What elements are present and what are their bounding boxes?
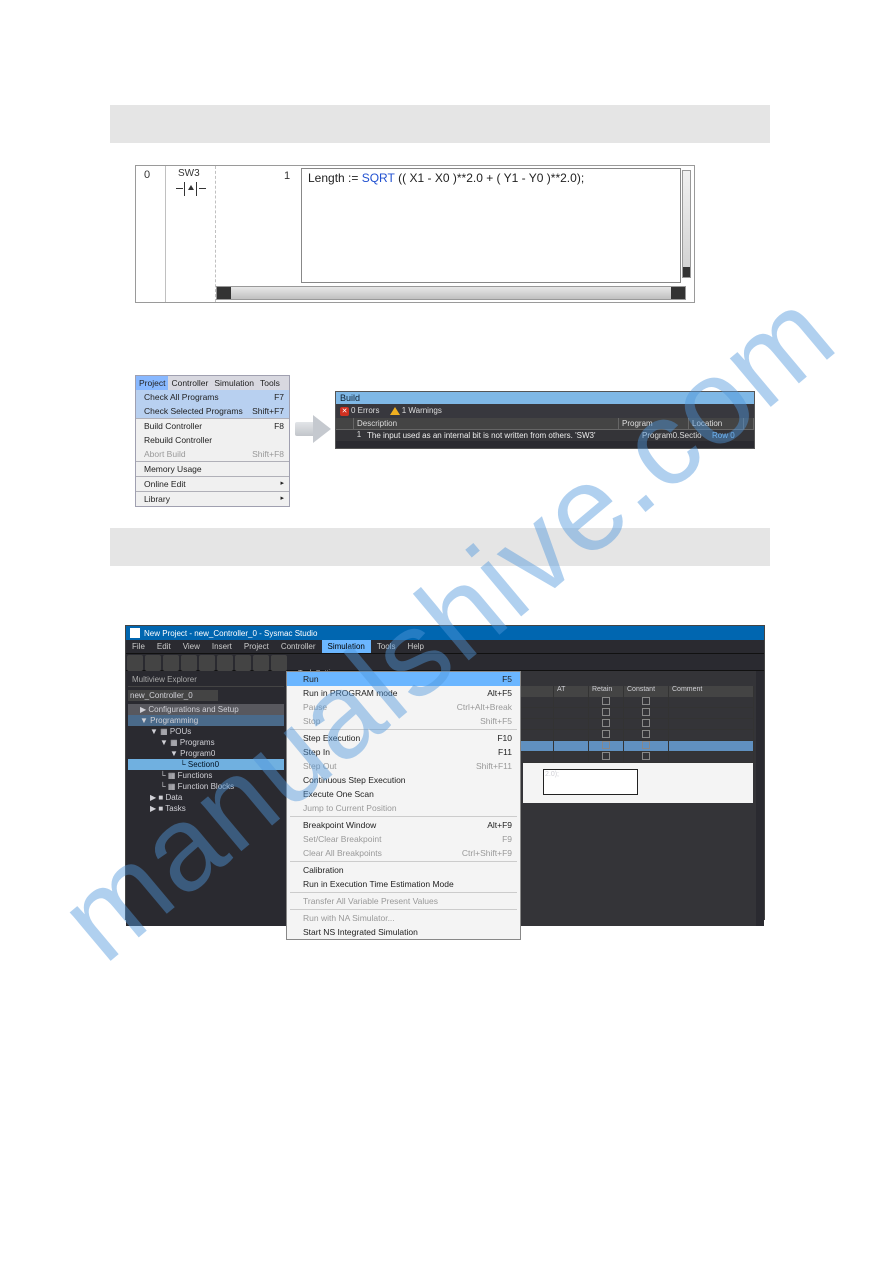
multiview-explorer[interactable]: Multiview Explorer new_Controller_0 ▶ Co…	[126, 671, 286, 926]
menu-breakpoint-window[interactable]: Breakpoint WindowAlt+F9	[287, 818, 520, 832]
ladder-preview: 2.0);	[523, 763, 753, 803]
toolbar-button[interactable]	[163, 655, 179, 671]
horizontal-scrollbar[interactable]	[216, 286, 686, 300]
menu-jump-position: Jump to Current Position	[287, 801, 520, 815]
tree-pous[interactable]: ▼ ▦ POUs	[128, 726, 284, 737]
vertical-scrollbar[interactable]	[682, 170, 691, 278]
toolbar-button[interactable]	[199, 655, 215, 671]
menu-na-simulator: Run with NA Simulator...	[287, 911, 520, 925]
menu-pause: PauseCtrl+Alt+Break	[287, 700, 520, 714]
toolbar-button[interactable]	[235, 655, 251, 671]
menu-step-execution[interactable]: Step ExecutionF10	[287, 731, 520, 745]
ide-window: New Project - new_Controller_0 - Sysmac …	[125, 625, 765, 920]
menu-tools[interactable]: Tools	[371, 640, 402, 653]
tree-functions[interactable]: └ ▦ Functions	[128, 770, 284, 781]
main-toolbar[interactable]	[126, 653, 764, 671]
menu-simulation[interactable]: Simulation	[211, 376, 257, 390]
contact-label: SW3	[178, 168, 200, 179]
menu-library[interactable]: Library▸	[136, 492, 289, 506]
st-code-box[interactable]: Length := SQRT (( X1 - X0 )**2.0 + ( Y1 …	[301, 168, 681, 283]
toolbar-button[interactable]	[271, 655, 287, 671]
menu-help[interactable]: Help	[402, 640, 430, 653]
build-output-panel: Build ✕0 Errors 1 Warnings Description P…	[335, 391, 755, 449]
error-icon: ✕	[340, 407, 349, 416]
menu-step-in[interactable]: Step InF11	[287, 745, 520, 759]
menu-set-clear-breakpoint: Set/Clear BreakpointF9	[287, 832, 520, 846]
menu-controller[interactable]: Controller	[168, 376, 211, 390]
menu-memory-usage[interactable]: Memory Usage	[136, 462, 289, 476]
menu-online-edit[interactable]: Online Edit▸	[136, 477, 289, 491]
menu-step-out: Step OutShift+F11	[287, 759, 520, 773]
submenubar: Project Controller Simulation Tools	[136, 376, 289, 390]
contact-icon	[176, 182, 206, 196]
menu-project[interactable]: Project	[136, 376, 168, 390]
st-code-line: Length := SQRT (( X1 - X0 )**2.0 + ( Y1 …	[302, 169, 680, 187]
build-warning-row[interactable]: 1 The input used as an internal bit is n…	[336, 430, 754, 441]
toolbar-button[interactable]	[181, 655, 197, 671]
menu-edit[interactable]: Edit	[151, 640, 177, 653]
menu-build-controller[interactable]: Build ControllerF8	[136, 419, 289, 433]
right-panel-collapsed[interactable]	[756, 671, 764, 926]
menu-rebuild-controller[interactable]: Rebuild Controller	[136, 433, 289, 447]
rung-index: 0	[144, 169, 150, 181]
menu-clear-all-breakpoints: Clear All BreakpointsCtrl+Shift+F9	[287, 846, 520, 860]
menu-check-all-programs[interactable]: Check All ProgramsF7	[136, 390, 289, 404]
menu-continuous-step[interactable]: Continuous Step Execution	[287, 773, 520, 787]
tree-function-blocks[interactable]: └ ▦ Function Blocks	[128, 781, 284, 792]
tree-program0[interactable]: ▼ Program0	[128, 748, 284, 759]
menu-execute-one-scan[interactable]: Execute One Scan	[287, 787, 520, 801]
menu-project[interactable]: Project	[238, 640, 275, 653]
tree-programs[interactable]: ▼ ▦ Programs	[128, 737, 284, 748]
main-menubar[interactable]: File Edit View Insert Project Controller…	[126, 640, 764, 653]
arrow-icon	[295, 415, 333, 443]
project-dropdown-menu[interactable]: Project Controller Simulation Tools Chec…	[135, 375, 290, 507]
menu-calibration[interactable]: Calibration	[287, 863, 520, 877]
window-title: New Project - new_Controller_0 - Sysmac …	[144, 629, 317, 638]
menu-check-selected-programs[interactable]: Check Selected ProgramsShift+F7	[136, 404, 289, 418]
build-status-row: ✕0 Errors 1 Warnings	[336, 404, 754, 418]
menu-controller[interactable]: Controller	[275, 640, 322, 653]
editor-area: RunF5 Run in PROGRAM modeAlt+F5 PauseCtr…	[286, 671, 756, 926]
menu-simulation[interactable]: Simulation	[322, 640, 371, 653]
menu-run-program-mode[interactable]: Run in PROGRAM modeAlt+F5	[287, 686, 520, 700]
menu-estimation-mode[interactable]: Run in Execution Time Estimation Mode	[287, 877, 520, 891]
ladder-editor-screenshot: 0 SW3 1 Length := SQRT (( X1 - X0 )**2.0…	[135, 165, 695, 303]
warning-icon	[390, 407, 400, 415]
menu-transfer-values: Transfer All Variable Present Values	[287, 894, 520, 908]
simulation-dropdown-menu[interactable]: RunF5 Run in PROGRAM modeAlt+F5 PauseCtr…	[286, 671, 521, 940]
tree-programming[interactable]: ▼ Programming	[128, 715, 284, 726]
explorer-title: Multiview Explorer	[128, 673, 284, 687]
build-panel-title: Build	[336, 392, 754, 404]
menu-file[interactable]: File	[126, 640, 151, 653]
tree-config[interactable]: ▶ Configurations and Setup	[128, 704, 284, 715]
menu-run[interactable]: RunF5	[287, 672, 520, 686]
section-divider	[110, 528, 770, 566]
tree-tasks[interactable]: ▶ ■ Tasks	[128, 803, 284, 814]
menu-tools[interactable]: Tools	[257, 376, 283, 390]
section-divider	[110, 105, 770, 143]
tree-section0[interactable]: └ Section0	[128, 759, 284, 770]
controller-selector[interactable]: new_Controller_0	[128, 690, 218, 701]
menu-ns-simulation[interactable]: Start NS Integrated Simulation	[287, 925, 520, 939]
menu-view[interactable]: View	[177, 640, 206, 653]
tree-data[interactable]: ▶ ■ Data	[128, 792, 284, 803]
toolbar-button[interactable]	[217, 655, 233, 671]
app-logo-icon	[130, 628, 140, 638]
window-titlebar: New Project - new_Controller_0 - Sysmac …	[126, 626, 764, 640]
menu-insert[interactable]: Insert	[206, 640, 238, 653]
toolbar-button[interactable]	[253, 655, 269, 671]
toolbar-button[interactable]	[145, 655, 161, 671]
build-table-header: Description Program Location	[336, 418, 754, 430]
toolbar-button[interactable]	[127, 655, 143, 671]
code-line-number: 1	[284, 170, 290, 182]
menu-stop: StopShift+F5	[287, 714, 520, 728]
menu-abort-build: Abort BuildShift+F8	[136, 447, 289, 461]
